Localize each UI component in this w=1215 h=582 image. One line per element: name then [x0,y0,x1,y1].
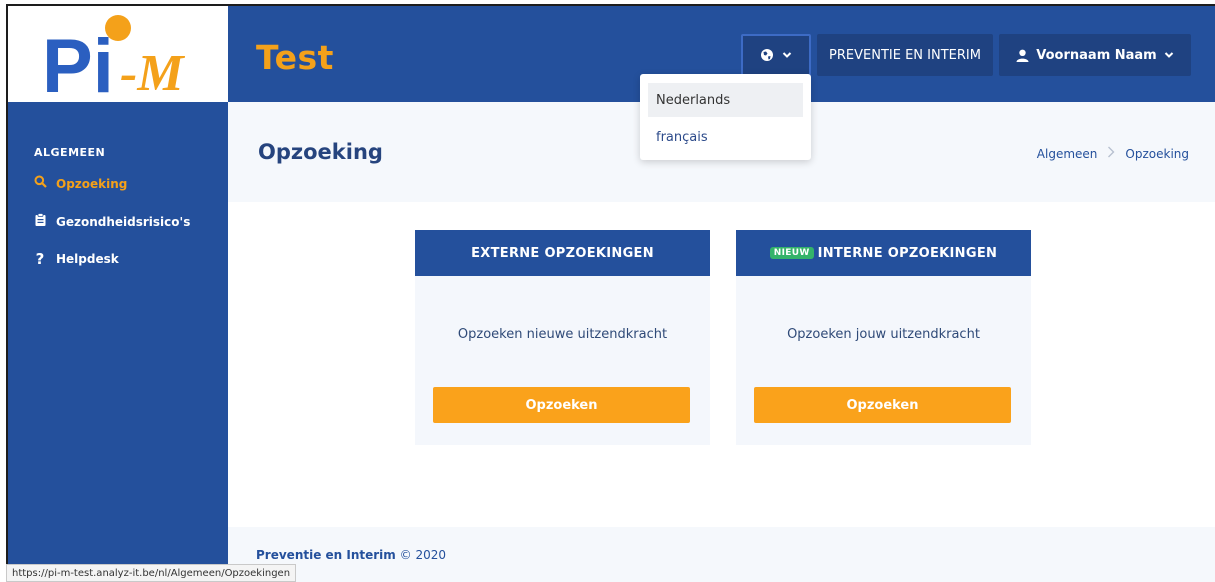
sidebar: ALGEMEEN Opzoeking Gezondheidsrisico's ?… [8,102,228,582]
pi-m-logo: Pi -M [42,15,185,109]
user-icon [1016,49,1029,62]
user-name: Voornaam Naam [1036,47,1157,63]
card-description: Opzoeken nieuwe uitzendkracht [457,327,668,342]
sidebar-item-label: Helpdesk [56,252,119,266]
app-title: Test [256,38,334,77]
browser-status-url: https://pi-m-test.analyz-it.be/nl/Algeme… [6,564,297,582]
chevron-down-icon [1164,52,1173,58]
internal-search-card: NIEUW INTERNE OPZOEKINGEN Opzoeken jouw … [736,230,1031,445]
svg-text:-M: -M [120,45,185,102]
chevron-down-icon [782,52,792,58]
sidebar-item-opzoeking[interactable]: Opzoeking [32,175,127,192]
language-option-nederlands[interactable]: Nederlands [648,83,803,117]
card-title: EXTERNE OPZOEKINGEN [415,230,710,276]
sidebar-item-helpdesk[interactable]: ? Helpdesk [32,250,119,268]
svg-text:Pi: Pi [42,24,114,102]
sidebar-item-gezondheidsrisicos[interactable]: Gezondheidsrisico's [32,213,190,230]
organisation-label: PREVENTIE EN INTERIM [829,47,981,63]
language-button[interactable] [741,34,811,76]
internal-search-button[interactable]: Opzoeken [754,387,1011,423]
footer-org-link[interactable]: Preventie en Interim [256,548,396,562]
organisation-button[interactable]: PREVENTIE EN INTERIM [817,34,993,76]
question-icon: ? [35,250,45,268]
card-title-text: EXTERNE OPZOEKINGEN [471,245,654,261]
sidebar-heading: ALGEMEEN [34,146,106,159]
card-title: NIEUW INTERNE OPZOEKINGEN [736,230,1031,276]
card-description: Opzoeken jouw uitzendkracht [787,327,980,342]
globe-icon [761,49,773,61]
breadcrumb-item[interactable]: Algemeen [1037,147,1098,161]
chevron-right-icon [1107,146,1115,161]
page-title: Opzoeking [258,140,383,164]
footer-text: Preventie en Interim © 2020 [256,548,446,562]
user-menu-button[interactable]: Voornaam Naam [999,34,1191,76]
language-option-francais[interactable]: français [648,120,803,154]
language-dropdown: Nederlands français [640,74,811,160]
sidebar-item-label: Gezondheidsrisico's [56,214,191,229]
search-icon [32,175,48,192]
breadcrumb-item: Opzoeking [1125,146,1189,161]
card-title-text: INTERNE OPZOEKINGEN [817,245,998,261]
footer: Preventie en Interim © 2020 [228,527,1215,582]
external-search-button[interactable]: Opzoeken [433,387,690,423]
footer-copyright: © 2020 [399,548,446,562]
external-search-card: EXTERNE OPZOEKINGEN Opzoeken nieuwe uitz… [415,230,710,445]
clipboard-icon [32,213,48,230]
new-badge: NIEUW [769,247,814,259]
breadcrumb: Algemeen Opzoeking [1037,146,1189,161]
sidebar-item-label: Opzoeking [56,176,128,191]
logo[interactable]: Pi -M [8,6,228,109]
